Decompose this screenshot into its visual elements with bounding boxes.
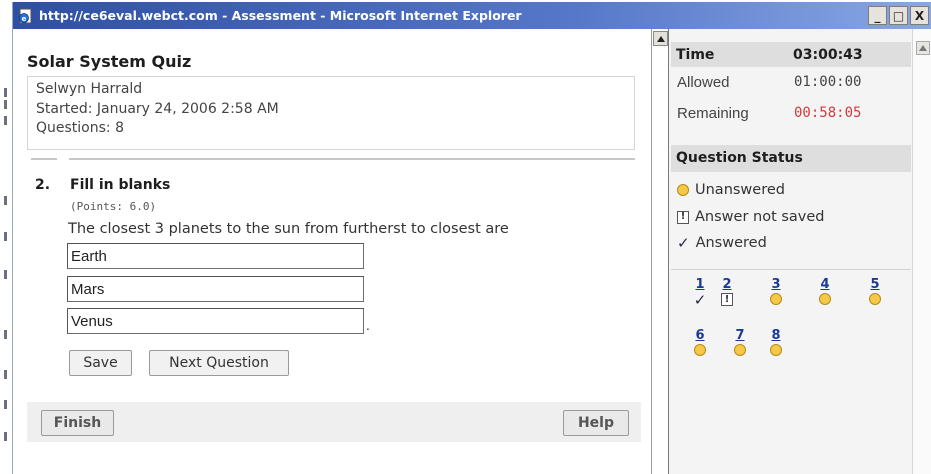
question-link-4[interactable]: 4 — [814, 278, 836, 305]
legend-label: Answered — [695, 235, 767, 251]
question-link-2[interactable]: 2 ! — [716, 278, 738, 306]
question-link-number[interactable]: 4 — [820, 278, 829, 292]
warning-box-icon: ! — [721, 293, 733, 306]
question-link-number[interactable]: 3 — [771, 278, 780, 292]
question-type: Fill in blanks — [70, 177, 171, 193]
question-link-number[interactable]: 7 — [735, 329, 744, 343]
help-button[interactable]: Help — [563, 410, 629, 436]
question-link-5[interactable]: 5 — [864, 278, 886, 305]
time-value: 03:00:43 — [793, 46, 863, 63]
status-frame: Time 03:00:43 Allowed 01:00:00 Remaining… — [669, 29, 931, 474]
blank-input-2[interactable] — [67, 276, 364, 302]
warning-box-icon: ! — [677, 210, 689, 224]
scroll-up-arrow-icon[interactable] — [916, 41, 930, 55]
svg-text:e: e — [22, 15, 27, 23]
blank-input-1[interactable] — [67, 243, 364, 269]
divider — [671, 269, 911, 270]
question-status-title: Question Status — [676, 150, 803, 166]
unanswered-dot-icon — [869, 293, 881, 305]
divider — [31, 158, 57, 160]
unanswered-dot-icon — [819, 293, 831, 305]
question-link-number[interactable]: 5 — [870, 278, 879, 292]
vertical-scrollbar[interactable] — [651, 29, 669, 474]
minimize-button[interactable]: _ — [868, 6, 887, 25]
legend-label: Unanswered — [695, 182, 785, 198]
question-link-6[interactable]: 6 — [689, 329, 711, 356]
legend-not-saved: ! Answer not saved — [677, 209, 825, 225]
desktop-edge — [0, 0, 12, 474]
allowed-value: 01:00:00 — [794, 74, 862, 90]
legend-unanswered: Unanswered — [677, 182, 785, 198]
window-controls: _ □ X — [868, 6, 931, 25]
checkmark-icon: ✓ — [693, 291, 707, 309]
blank-input-3[interactable] — [67, 308, 364, 334]
checkmark-icon: ✓ — [677, 233, 690, 252]
question-link-number[interactable]: 2 — [722, 278, 731, 292]
time-header: Time 03:00:43 — [671, 42, 911, 67]
time-label: Time — [676, 46, 715, 63]
remaining-label: Remaining — [677, 105, 749, 122]
maximize-button[interactable]: □ — [889, 6, 908, 25]
quiz-title: Solar System Quiz — [27, 52, 192, 71]
question-count: Questions: 8 — [36, 120, 124, 136]
window-title: http://ce6eval.webct.com - Assessment - … — [39, 8, 522, 23]
remaining-value: 00:58:05 — [794, 105, 862, 121]
close-button[interactable]: X — [910, 6, 929, 25]
start-time: Started: January 24, 2006 2:58 AM — [36, 100, 279, 117]
divider — [69, 158, 635, 160]
question-points: (Points: 6.0) — [70, 200, 157, 213]
scroll-up-arrow-icon[interactable] — [653, 31, 668, 46]
unanswered-dot-icon — [770, 344, 782, 356]
question-link-7[interactable]: 7 — [729, 329, 751, 356]
next-question-button[interactable]: Next Question — [149, 350, 289, 376]
title-bar[interactable]: e http://ce6eval.webct.com - Assessment … — [13, 2, 931, 29]
question-link-3[interactable]: 3 — [765, 278, 787, 305]
unanswered-dot-icon — [734, 344, 746, 356]
question-link-number[interactable]: 1 — [695, 278, 704, 292]
legend-label: Answer not saved — [695, 209, 825, 225]
ie-window: e http://ce6eval.webct.com - Assessment … — [12, 2, 931, 474]
ie-page-icon: e — [17, 7, 35, 25]
question-link-number[interactable]: 6 — [695, 329, 704, 343]
save-button[interactable]: Save — [69, 350, 132, 376]
footer-bar — [27, 402, 641, 442]
unanswered-dot-icon — [770, 293, 782, 305]
question-link-number[interactable]: 8 — [771, 329, 780, 343]
quiz-info-box: Selwyn Harrald Started: January 24, 2006… — [27, 76, 635, 150]
legend-answered: ✓ Answered — [677, 235, 767, 251]
unanswered-dot-icon — [694, 344, 706, 356]
unanswered-dot-icon — [677, 184, 689, 196]
question-status-header: Question Status — [671, 145, 911, 172]
student-name: Selwyn Harrald — [36, 81, 143, 97]
quiz-frame: Solar System Quiz Selwyn Harrald Started… — [13, 29, 651, 474]
status-scrollbar[interactable] — [912, 29, 931, 474]
question-text: The closest 3 planets to the sun from fu… — [68, 221, 509, 237]
question-number: 2. — [35, 177, 51, 193]
finish-button[interactable]: Finish — [41, 410, 114, 436]
allowed-label: Allowed — [677, 74, 730, 91]
question-link-1[interactable]: 1 ✓ — [689, 278, 711, 308]
question-link-8[interactable]: 8 — [765, 329, 787, 356]
sentence-period: . — [366, 319, 370, 333]
